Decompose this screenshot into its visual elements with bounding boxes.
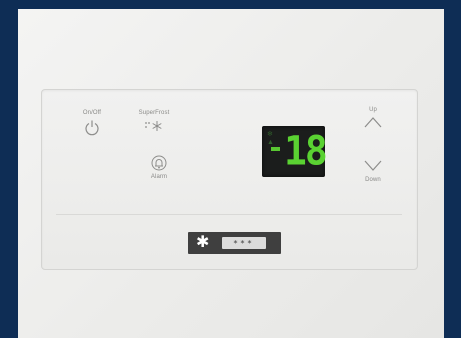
snowflake-icon: [145, 121, 162, 131]
temperature-display: ❄ ▲ 18: [262, 126, 328, 177]
display-status-icons: ❄ ▲: [267, 131, 274, 147]
temperature-sign: [271, 147, 280, 151]
up-label: Up: [369, 107, 377, 113]
star-rating: ***: [222, 237, 266, 249]
temperature-value: 18: [284, 127, 328, 175]
bell-icon: ▲: [267, 139, 274, 146]
onoff-button[interactable]: On/Off: [72, 110, 112, 136]
alarm-label: Alarm: [150, 174, 168, 180]
freezer-rating-indicator: ✱ ***: [188, 232, 281, 254]
snowflake-icon: ✱: [196, 234, 210, 251]
snowflake-icon: ❄: [267, 131, 273, 138]
down-button[interactable]: Down: [355, 159, 391, 183]
superfrost-button[interactable]: SuperFrost: [131, 110, 177, 133]
chevron-down-icon: [364, 160, 382, 171]
chevron-up-icon: [364, 117, 382, 128]
panel-divider: [56, 214, 402, 215]
down-label: Down: [365, 177, 381, 183]
bell-icon: [151, 155, 167, 171]
up-button[interactable]: Up: [355, 107, 391, 129]
alarm-button[interactable]: Alarm: [140, 155, 178, 180]
superfrost-label: SuperFrost: [138, 110, 170, 116]
onoff-label: On/Off: [82, 110, 102, 116]
power-icon: [85, 120, 99, 136]
